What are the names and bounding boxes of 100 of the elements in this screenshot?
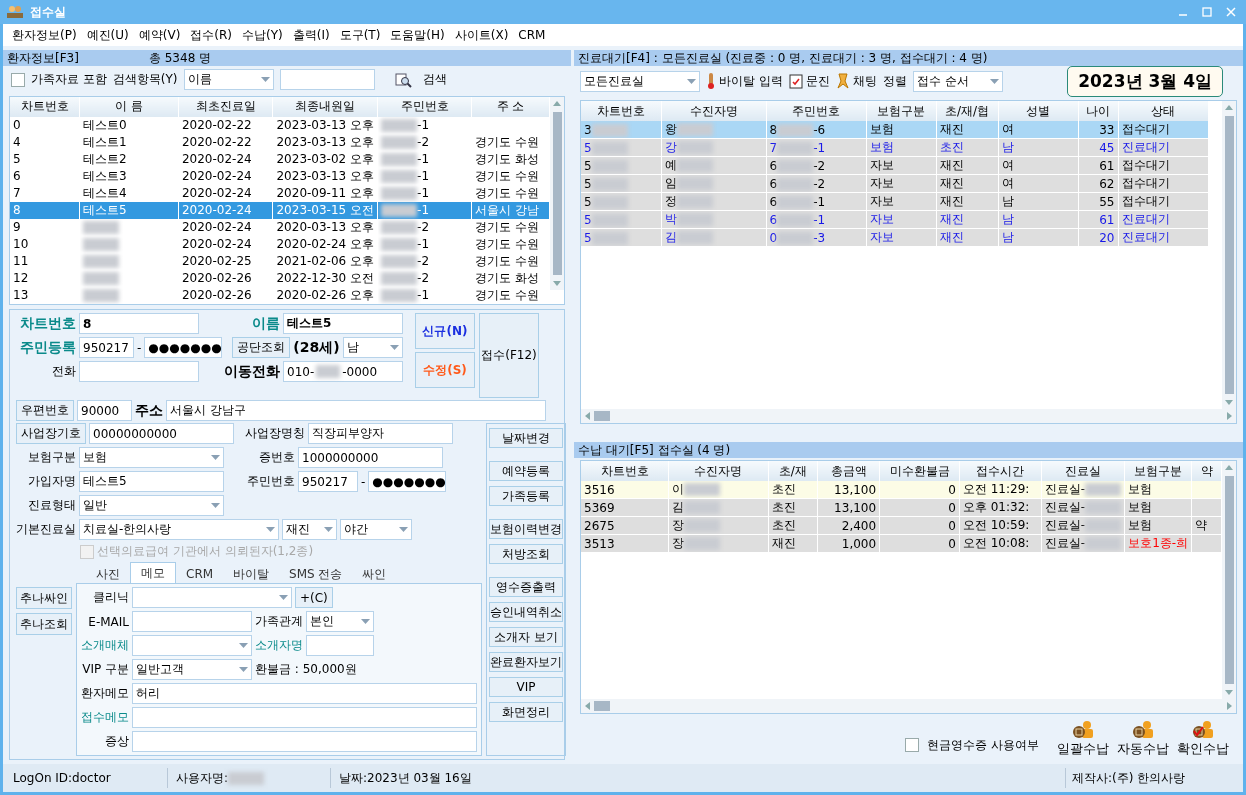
checkbox[interactable] [905,738,920,752]
maximize-icon[interactable] [1202,7,1212,17]
scroll-down-icon[interactable] [553,281,561,286]
menu-item[interactable]: CRM [513,28,551,42]
column-header[interactable]: 수진자명 [661,101,766,121]
payment-button[interactable]: 일괄수납 [1057,720,1109,758]
column-header[interactable]: 이 름 [79,96,179,117]
column-header[interactable]: 초/재 [768,461,818,482]
side-button[interactable]: 화면정리 [489,702,563,722]
table-row[interactable]: 6 테스트3 2020-02-24 2023-03-13 오후 -1 경기도 수원 [10,167,550,185]
vertical-scrollbar[interactable] [1222,101,1236,410]
side-button[interactable]: 완료환자보기 [489,652,563,672]
sex-select[interactable]: 남 [342,337,403,358]
table-row[interactable]: 5 임 6 -2 자보 재진 여 62 접수대기 [581,174,1208,193]
table-row[interactable]: 12 2020-02-26 2022-12-30 오전 -2 경기도 화성 [10,269,550,287]
table-row[interactable]: 3513 장 재진 1,000 0 오전 10:08: 진료실- 보호1종-희 [581,534,1222,553]
column-header[interactable]: 보험구분 [1124,461,1192,482]
workplace-name-field[interactable]: 직장피부양자 [308,423,453,444]
table-row[interactable]: 10 2020-02-24 2020-02-24 오후 -1 경기도 수원 [10,235,550,253]
table-row[interactable]: 5369 김 초진 13,100 0 오후 01:32: 진료실- 보험 [581,498,1222,517]
symptom-field[interactable] [132,731,477,752]
column-header[interactable]: 총금액 [817,461,880,482]
vital-input-button[interactable]: 바이탈 입력 [706,72,783,90]
email-field[interactable] [132,611,252,632]
mobile-field[interactable]: 010- -0000 [283,361,403,382]
zip-code-field[interactable]: 90000 [77,400,132,421]
side-button[interactable]: 가족등록 [489,486,563,506]
vertical-scrollbar[interactable] [550,96,564,290]
chart-number-field[interactable]: 8 [79,313,199,334]
tab[interactable]: 메모 [130,562,176,583]
table-row[interactable]: 5 정 6 -1 자보 재진 남 55 접수대기 [581,192,1208,211]
tab[interactable]: 바이탈 [223,565,280,583]
search-button[interactable]: 검색 [394,71,448,89]
side-button[interactable]: VIP [489,677,563,697]
column-header[interactable]: 접수시간 [959,461,1042,482]
column-header[interactable]: 성별 [998,101,1078,121]
scroll-left-icon[interactable] [585,412,590,421]
scroll-right-icon[interactable] [1227,702,1232,710]
scroll-thumb[interactable] [594,411,610,422]
patient-memo-field[interactable]: 허리 [132,683,477,704]
care-type-select[interactable]: 일반 [79,495,224,516]
chat-button[interactable]: 채팅 [835,72,877,90]
column-header[interactable]: 수진자명 [668,461,768,482]
column-header[interactable]: 약 [1191,461,1222,482]
table-row[interactable]: 11 2020-02-25 2021-02-06 오후 -2 경기도 수원 [10,252,550,270]
column-header[interactable]: 미수환불금 [879,461,960,482]
address-field[interactable]: 서울시 강남구 [166,400,546,421]
horizontal-scrollbar[interactable] [581,409,1236,424]
payment-button[interactable]: 확인수납 [1177,720,1229,758]
menu-item[interactable]: 도움말(H) [385,26,450,44]
column-header[interactable]: 상태 [1118,101,1208,121]
column-header[interactable]: 주 소 [471,96,550,117]
workplace-code-button[interactable]: 사업장기호 [16,423,86,444]
subscriber-rrn-back-field[interactable]: ●●●●●●● [368,471,447,492]
menu-item[interactable]: 예약(V) [133,26,186,44]
subscriber-field[interactable]: 테스트5 [79,471,224,492]
scroll-thumb[interactable] [594,701,610,711]
scroll-down-icon[interactable] [1225,400,1233,406]
rrn-front-field[interactable]: 950217 [79,337,134,358]
side-button[interactable]: 승인내역취소 [489,602,563,622]
tab[interactable]: 싸인 [352,565,397,583]
side-button[interactable]: 예약등록 [489,461,563,481]
checkbox[interactable] [11,72,25,87]
table-row[interactable]: 5 김 0 -3 자보 재진 남 20 진료대기 [581,228,1208,247]
workplace-code-field[interactable]: 00000000000 [89,423,234,444]
scroll-up-icon[interactable] [553,100,561,106]
room-select[interactable]: 치료실-한의사랑 [79,519,279,540]
card-number-field[interactable]: 1000000000 [298,447,443,468]
register-button[interactable]: 접수(F12) [479,313,539,398]
vip-select[interactable]: 일반고객 [132,659,252,680]
search-input[interactable] [279,69,375,91]
search-field-select[interactable]: 이름 [183,69,274,91]
family-relation-select[interactable]: 본인 [306,611,374,632]
column-header[interactable]: 초/재/협 [936,101,998,121]
time-select[interactable]: 야간 [340,519,412,540]
table-row[interactable]: 4 테스트1 2020-02-22 2023-03-13 오후 -2 경기도 수원 [10,133,550,151]
subscriber-rrn-front-field[interactable]: 950217 [298,471,358,492]
reception-memo-field[interactable] [132,707,477,728]
table-row[interactable]: 9 2020-02-24 2020-03-13 오후 -2 경기도 수원 [10,218,550,236]
menu-item[interactable]: 예진(U) [81,26,134,44]
chuna-button[interactable]: 추나조회 [16,613,72,635]
menu-item[interactable]: 출력(I) [287,26,335,44]
clinic-select[interactable] [132,587,292,608]
tab[interactable]: SMS 전송 [279,565,353,583]
tab[interactable]: CRM [176,565,224,583]
questionnaire-button[interactable]: 문진 [788,72,830,90]
table-row[interactable]: 2675 장 초진 2,400 0 오전 10:59: 진료실- 보험 약 [581,516,1222,535]
visit-select[interactable]: 재진 [282,519,337,540]
side-button[interactable]: 처방조회 [489,544,563,564]
side-button[interactable]: 소개자 보기 [489,627,563,647]
column-header[interactable]: 차트번호 [10,96,80,117]
table-row[interactable]: 0 테스트0 2020-02-22 2023-03-13 오후 -1 [10,116,550,134]
insurance-select[interactable]: 보험 [79,447,224,468]
table-row[interactable]: 5 박 6 -1 자보 재진 남 61 진료대기 [581,210,1208,229]
horizontal-scrollbar[interactable] [581,699,1236,713]
scroll-thumb[interactable] [1224,476,1234,684]
table-row[interactable]: 5 테스트2 2020-02-24 2023-03-02 오후 -1 경기도 화성 [10,150,550,168]
referrer-field[interactable] [306,635,374,656]
scroll-thumb[interactable] [1224,116,1234,395]
column-header[interactable]: 주민번호 [766,101,866,121]
